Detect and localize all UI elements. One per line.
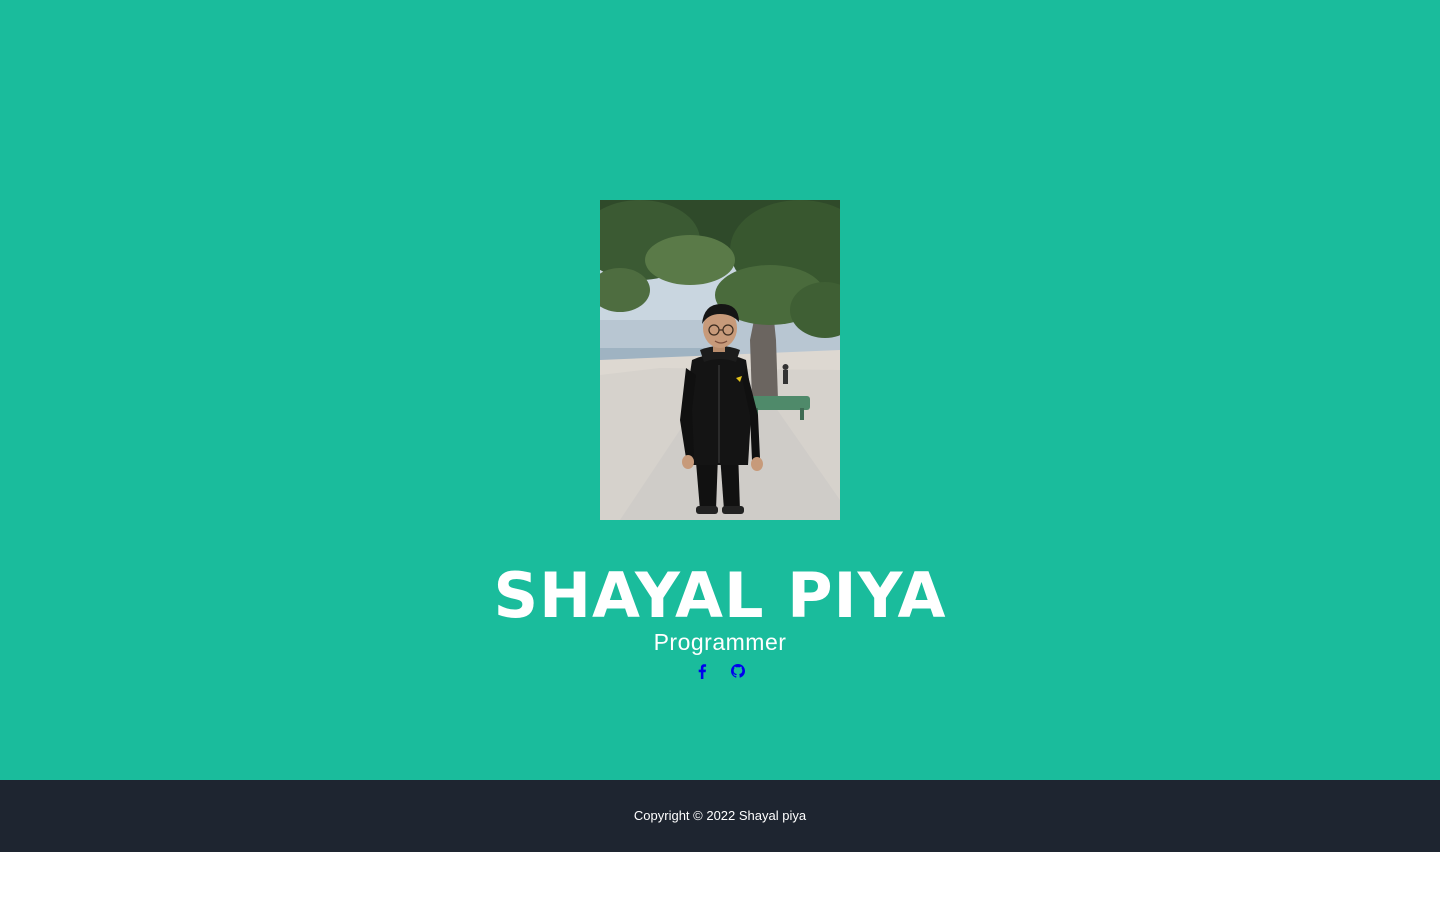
github-link[interactable] [730,662,746,680]
footer-copyright: Copyright © 2022 Shayal piya [633,808,807,823]
facebook-link[interactable] [694,662,710,680]
profile-name: SHAYAL PIYA [493,559,947,632]
facebook-icon [698,664,707,679]
profile-role: Programmer [653,629,787,655]
profile-photo [600,200,840,520]
social-links [0,662,1440,682]
github-icon [731,664,745,678]
